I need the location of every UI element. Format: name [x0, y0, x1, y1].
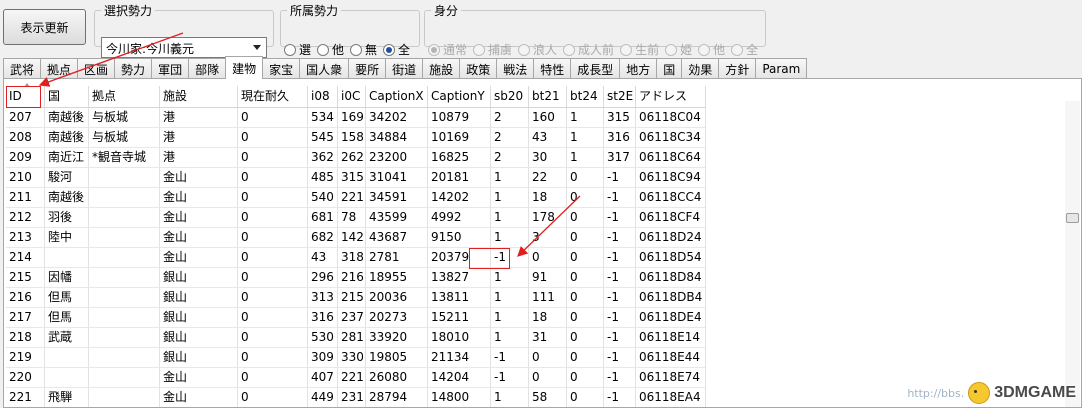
watermark-url: http://bbs.: [907, 386, 965, 400]
tab-6[interactable]: 建物: [225, 56, 264, 79]
arrow-to-id-header: [38, 32, 184, 87]
arrow-to-sb20-cell: [517, 195, 581, 257]
watermark: http://bbs. 3DMGAME: [907, 382, 1076, 404]
window: 表示更新 選択勢力 今川家:今川義元 所属勢力 選他無全 身分 通常 捕虜 浪人 成人…: [0, 0, 1082, 408]
annotation-arrows: [38, 32, 581, 257]
watermark-logo: 3DMGAME: [994, 384, 1076, 401]
mascot-icon: [968, 382, 991, 404]
